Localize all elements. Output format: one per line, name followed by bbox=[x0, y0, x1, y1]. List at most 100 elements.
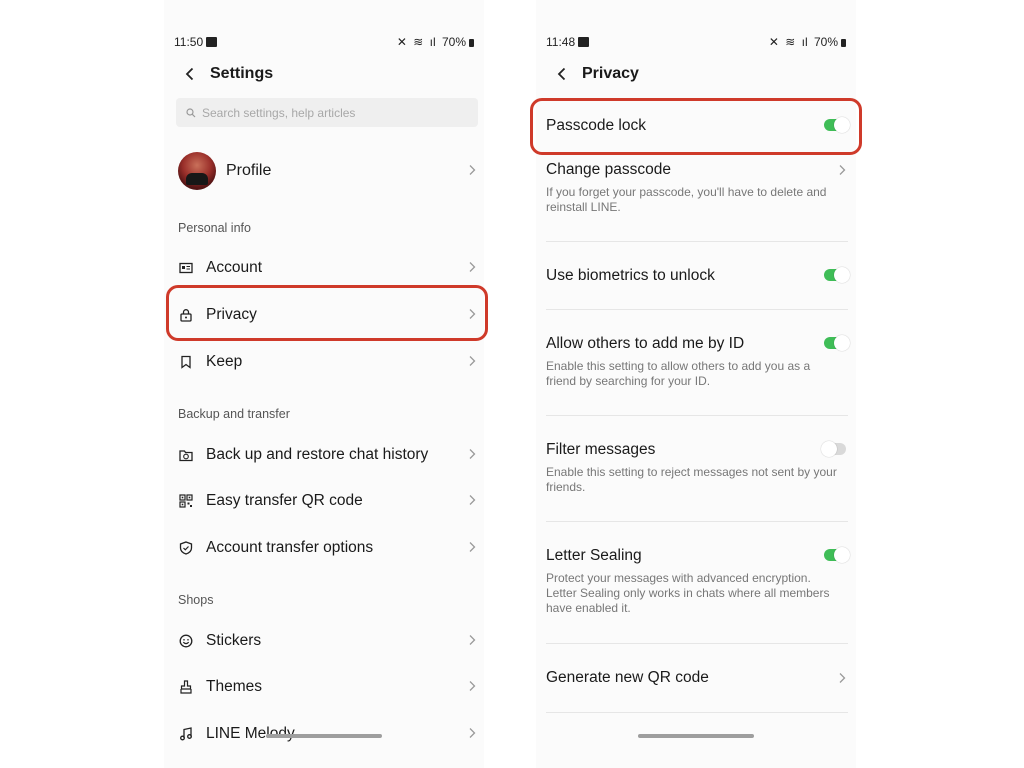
back-arrow-icon[interactable] bbox=[550, 62, 574, 86]
menu-item-account-transfer[interactable]: Account transfer options bbox=[178, 533, 478, 563]
divider bbox=[546, 521, 848, 522]
back-arrow-icon[interactable] bbox=[178, 62, 202, 86]
signal-icon: ıl bbox=[429, 35, 436, 49]
menu-item-label: Account transfer options bbox=[206, 539, 374, 556]
passcode-lock-toggle[interactable] bbox=[824, 117, 850, 133]
divider bbox=[546, 415, 848, 416]
menu-item-label: Themes bbox=[206, 678, 262, 695]
status-time: 11:48 bbox=[546, 35, 576, 49]
section-backup-transfer: Backup and transfer bbox=[178, 407, 290, 421]
menu-item-stickers[interactable]: Stickers bbox=[178, 626, 478, 656]
battery-percent: 70% bbox=[813, 35, 838, 49]
privacy-screen: 11:48 ✕ ≋ ıl 70% Privacy Passcode lock C… bbox=[536, 0, 856, 768]
chevron-right-icon bbox=[468, 679, 476, 695]
setting-title: Letter Sealing bbox=[546, 547, 642, 564]
setting-passcode-lock[interactable]: Passcode lock bbox=[546, 117, 850, 135]
menu-item-label: Keep bbox=[206, 353, 243, 370]
chevron-right-icon bbox=[468, 307, 476, 323]
status-time: 11:50 bbox=[174, 35, 204, 49]
gallery-icon bbox=[206, 37, 218, 47]
qr-code-icon bbox=[178, 493, 194, 509]
battery-percent: 70% bbox=[441, 35, 466, 49]
setting-title: Change passcode bbox=[546, 161, 671, 178]
section-shops: Shops bbox=[178, 593, 214, 607]
chevron-right-icon bbox=[468, 447, 476, 463]
setting-description: If you forget your passcode, you'll have… bbox=[546, 185, 827, 214]
search-icon bbox=[186, 107, 196, 117]
profile-item[interactable]: Profile bbox=[178, 152, 478, 190]
chevron-right-icon bbox=[838, 671, 846, 687]
menu-item-easy-transfer[interactable]: Easy transfer QR code bbox=[178, 486, 478, 516]
setting-description: Enable this setting to allow others to a… bbox=[546, 359, 811, 388]
setting-title: Use biometrics to unlock bbox=[546, 267, 715, 284]
setting-change-passcode[interactable]: Change passcode If you forget your passc… bbox=[546, 161, 848, 215]
search-bar[interactable] bbox=[176, 98, 478, 127]
home-indicator[interactable] bbox=[266, 734, 382, 738]
menu-item-label: Stickers bbox=[206, 632, 262, 649]
filter-messages-toggle[interactable] bbox=[821, 441, 846, 457]
settings-screen: 11:50 ✕ ≋ ıl 70% Settings Profile Person… bbox=[164, 0, 484, 768]
toggle-knob bbox=[834, 335, 850, 351]
chevron-right-icon bbox=[468, 163, 476, 179]
page-title: Privacy bbox=[582, 65, 639, 82]
menu-item-keep[interactable]: Keep bbox=[178, 347, 478, 377]
gallery-icon bbox=[578, 37, 590, 47]
setting-allow-add-by-id[interactable]: Allow others to add me by ID Enable this… bbox=[546, 335, 850, 389]
music-note-icon bbox=[178, 726, 194, 742]
menu-item-label: Privacy bbox=[206, 306, 257, 323]
backup-icon bbox=[178, 447, 194, 463]
divider bbox=[546, 712, 848, 713]
section-personal-info: Personal info bbox=[178, 221, 251, 235]
setting-description: Enable this setting to reject messages n… bbox=[546, 465, 837, 494]
menu-item-backup-restore[interactable]: Back up and restore chat history bbox=[178, 440, 478, 470]
shield-icon bbox=[178, 540, 194, 556]
setting-title: Passcode lock bbox=[546, 117, 646, 134]
toggle-knob bbox=[834, 117, 850, 133]
setting-filter-messages[interactable]: Filter messages Enable this setting to r… bbox=[546, 441, 848, 495]
setting-description: Protect your messages with advanced encr… bbox=[546, 571, 830, 615]
avatar bbox=[178, 152, 216, 190]
chevron-right-icon bbox=[468, 540, 476, 556]
toggle-knob bbox=[834, 267, 850, 283]
page-title: Settings bbox=[210, 65, 274, 82]
smiley-icon bbox=[178, 633, 194, 649]
letter-sealing-toggle[interactable] bbox=[824, 547, 850, 563]
allow-add-by-id-toggle[interactable] bbox=[824, 335, 850, 351]
home-indicator[interactable] bbox=[638, 734, 754, 738]
menu-item-themes[interactable]: Themes bbox=[178, 672, 478, 702]
bookmark-icon bbox=[178, 354, 194, 370]
brush-icon bbox=[178, 679, 194, 695]
divider bbox=[546, 241, 848, 242]
battery-icon bbox=[469, 39, 474, 47]
toggle-knob bbox=[821, 441, 837, 457]
menu-item-account[interactable]: Account bbox=[178, 253, 478, 283]
status-bar: 11:50 ✕ ≋ ıl 70% bbox=[174, 35, 474, 51]
chevron-right-icon bbox=[468, 633, 476, 649]
divider bbox=[546, 309, 848, 310]
menu-item-privacy[interactable]: Privacy bbox=[178, 300, 478, 330]
chevron-right-icon bbox=[468, 493, 476, 509]
profile-label: Profile bbox=[226, 162, 272, 179]
search-input[interactable] bbox=[200, 104, 464, 121]
setting-title: Generate new QR code bbox=[546, 669, 709, 686]
toggle-knob bbox=[834, 547, 850, 563]
lock-icon bbox=[178, 307, 194, 323]
setting-letter-sealing[interactable]: Letter Sealing Protect your messages wit… bbox=[546, 547, 850, 616]
biometrics-toggle[interactable] bbox=[824, 267, 850, 283]
menu-item-label: Easy transfer QR code bbox=[206, 492, 363, 509]
setting-biometrics[interactable]: Use biometrics to unlock bbox=[546, 267, 850, 285]
menu-item-label: Back up and restore chat history bbox=[206, 446, 429, 463]
menu-item-label: Account bbox=[206, 259, 263, 276]
chevron-right-icon bbox=[468, 354, 476, 370]
privacy-header: Privacy bbox=[550, 60, 639, 88]
chevron-right-icon bbox=[838, 163, 846, 179]
setting-generate-qr[interactable]: Generate new QR code bbox=[546, 669, 848, 687]
setting-title: Allow others to add me by ID bbox=[546, 335, 745, 352]
signal-icon: ıl bbox=[801, 35, 808, 49]
setting-title: Filter messages bbox=[546, 441, 656, 458]
settings-header: Settings bbox=[178, 60, 273, 88]
chevron-right-icon bbox=[468, 260, 476, 276]
wifi-icon: ≋ bbox=[785, 35, 796, 49]
battery-icon bbox=[841, 39, 846, 47]
chevron-right-icon bbox=[468, 726, 476, 742]
